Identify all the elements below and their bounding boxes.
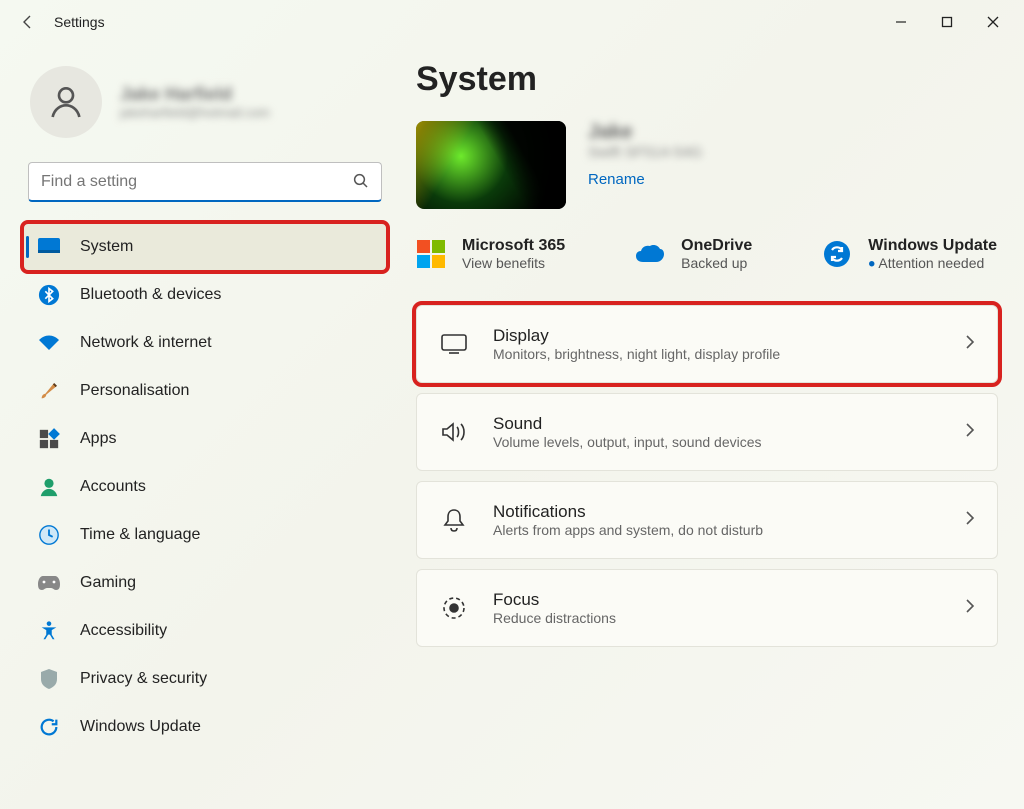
sidebar-item-label: Network & internet [80, 334, 212, 352]
sidebar-item-label: Windows Update [80, 718, 201, 736]
sidebar-item-accounts[interactable]: Accounts [24, 464, 386, 510]
sound-icon [439, 421, 469, 443]
person-icon [46, 82, 86, 122]
sidebar-item-label: System [80, 238, 133, 256]
sidebar-item-gaming[interactable]: Gaming [24, 560, 386, 606]
brush-icon [36, 380, 62, 402]
card-sub: Alerts from apps and system, do not dist… [493, 522, 941, 538]
back-arrow-icon [20, 14, 36, 30]
search-wrap [28, 162, 382, 202]
sidebar-item-label: Personalisation [80, 382, 189, 400]
sidebar-item-personalisation[interactable]: Personalisation [24, 368, 386, 414]
sidebar-item-update[interactable]: Windows Update [24, 704, 386, 750]
status-sub: Backed up [681, 255, 752, 271]
card-notifications[interactable]: Notifications Alerts from apps and syste… [416, 481, 998, 559]
page-title: System [416, 60, 998, 99]
update-icon [36, 716, 62, 738]
focus-icon [439, 596, 469, 620]
system-icon [36, 237, 62, 257]
accessibility-icon [36, 620, 62, 642]
sidebar-item-label: Accessibility [80, 622, 167, 640]
onedrive-icon [635, 239, 665, 269]
search-input[interactable] [28, 162, 382, 202]
profile-name: Jake Harfield [120, 84, 270, 105]
profile-text: Jake Harfield jakeharfield@hotmail.com [120, 84, 270, 120]
sidebar-item-apps[interactable]: Apps [24, 416, 386, 462]
minimize-button[interactable] [878, 6, 924, 38]
status-ms365[interactable]: Microsoft 365 View benefits [416, 237, 565, 271]
sidebar-item-accessibility[interactable]: Accessibility [24, 608, 386, 654]
chevron-right-icon [965, 598, 975, 619]
search-icon [352, 172, 370, 195]
close-icon [987, 16, 999, 28]
maximize-icon [941, 16, 953, 28]
status-sub: • Attention needed [868, 255, 997, 271]
shield-icon [36, 668, 62, 690]
status-onedrive[interactable]: OneDrive Backed up [635, 237, 752, 271]
device-info: Jake Swift SF514-54G Rename [588, 121, 702, 189]
status-grid: Microsoft 365 View benefits OneDrive Bac… [416, 237, 998, 271]
clock-icon [36, 524, 62, 546]
display-icon [439, 334, 469, 354]
avatar [30, 66, 102, 138]
status-update[interactable]: Windows Update • Attention needed [822, 237, 997, 271]
device-thumbnail [416, 121, 566, 209]
card-sound[interactable]: Sound Volume levels, output, input, soun… [416, 393, 998, 471]
status-sub: View benefits [462, 255, 565, 271]
device-row: Jake Swift SF514-54G Rename [416, 121, 998, 209]
card-display[interactable]: Display Monitors, brightness, night ligh… [416, 305, 998, 383]
close-button[interactable] [970, 6, 1016, 38]
sidebar-item-time[interactable]: Time & language [24, 512, 386, 558]
sidebar-item-bluetooth[interactable]: Bluetooth & devices [24, 272, 386, 318]
minimize-icon [895, 16, 907, 28]
maximize-button[interactable] [924, 6, 970, 38]
card-title: Focus [493, 590, 941, 610]
back-button[interactable] [8, 2, 48, 42]
sidebar-item-label: Bluetooth & devices [80, 286, 221, 304]
status-title: Microsoft 365 [462, 237, 565, 255]
rename-link[interactable]: Rename [588, 171, 645, 188]
device-name: Jake [588, 121, 702, 144]
wifi-icon [36, 333, 62, 353]
card-title: Notifications [493, 502, 941, 522]
status-title: Windows Update [868, 237, 997, 255]
card-sub: Volume levels, output, input, sound devi… [493, 434, 941, 450]
sidebar: Jake Harfield jakeharfield@hotmail.com S… [10, 44, 400, 752]
chevron-right-icon [965, 334, 975, 355]
sidebar-item-label: Accounts [80, 478, 146, 496]
windows-update-icon [822, 239, 852, 269]
window-controls [878, 6, 1016, 38]
card-sub: Monitors, brightness, night light, displ… [493, 346, 941, 362]
sidebar-item-label: Time & language [80, 526, 200, 544]
card-title: Display [493, 326, 941, 346]
bell-icon [439, 508, 469, 532]
device-model: Swift SF514-54G [588, 144, 702, 161]
sidebar-item-network[interactable]: Network & internet [24, 320, 386, 366]
bluetooth-icon [36, 284, 62, 306]
gaming-icon [36, 574, 62, 592]
profile-email: jakeharfield@hotmail.com [120, 105, 270, 120]
sidebar-item-system[interactable]: System [24, 224, 386, 270]
app-title: Settings [54, 14, 105, 30]
sidebar-nav: System Bluetooth & devices Network & int… [24, 224, 386, 750]
settings-cards: Display Monitors, brightness, night ligh… [416, 305, 998, 647]
chevron-right-icon [965, 422, 975, 443]
main-content: System Jake Swift SF514-54G Rename Micro… [400, 44, 1014, 752]
sidebar-item-label: Apps [80, 430, 116, 448]
microsoft-logo-icon [416, 239, 446, 269]
chevron-right-icon [965, 510, 975, 531]
titlebar: Settings [0, 0, 1024, 44]
sidebar-item-label: Gaming [80, 574, 136, 592]
account-icon [36, 476, 62, 498]
apps-icon [36, 428, 62, 450]
sidebar-item-privacy[interactable]: Privacy & security [24, 656, 386, 702]
status-title: OneDrive [681, 237, 752, 255]
profile-block[interactable]: Jake Harfield jakeharfield@hotmail.com [24, 58, 386, 162]
sidebar-item-label: Privacy & security [80, 670, 207, 688]
card-title: Sound [493, 414, 941, 434]
card-focus[interactable]: Focus Reduce distractions [416, 569, 998, 647]
card-sub: Reduce distractions [493, 610, 941, 626]
